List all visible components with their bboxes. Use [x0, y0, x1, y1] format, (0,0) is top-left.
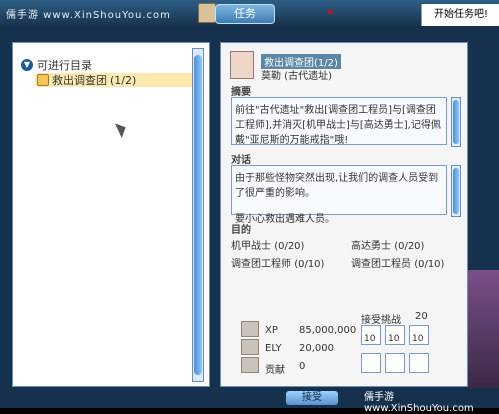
target-row: 高达勇士 (0/20) — [351, 241, 425, 252]
quest-list-scroll-thumb[interactable] — [194, 55, 202, 375]
dialog-label: 对话 — [231, 155, 251, 166]
empty-item-slot[interactable] — [361, 353, 381, 373]
targets-label: 目的 — [231, 225, 251, 236]
reward-item-slot[interactable]: 10 — [385, 325, 405, 345]
watermark-bottom: 儒手游 www.XinShouYou.com — [364, 392, 474, 414]
summary-text: 前往"古代遗址"救出[调查团工程员]与[调查团工程师],并消灭[机甲战士]与[高… — [231, 97, 447, 146]
challenge-label: 接受挑战 — [361, 315, 401, 326]
dialog-text: 由于那些怪物突然出现,让我们的调查人员受到了很严重的影响。 要小心救出遇难人员。 — [231, 165, 447, 225]
tree-root-label: 可进行目录 — [37, 59, 92, 72]
quest-item-label: 救出调查团 — [52, 74, 107, 87]
challenge-value: 20 — [415, 311, 428, 322]
quest-detail-panel: 救出调查团(1/2) 莫勒 (古代遗址) 摘要 前往"古代遗址"救出[调查团工程… — [220, 42, 468, 387]
accept-button[interactable]: 接受 — [286, 391, 338, 405]
quest-list-item[interactable]: 救出调查团 (1/2) — [35, 73, 197, 87]
tree-root[interactable]: ▼ 可进行目录 — [21, 57, 92, 73]
ely-value: 20,000 — [299, 343, 334, 354]
summary-scrollbar[interactable] — [451, 97, 461, 147]
target-row: 调查团工程师 (0/10) — [231, 259, 325, 270]
collapse-icon[interactable]: ▼ — [21, 59, 33, 71]
dialog-section: 对话 由于那些怪物突然出现,让我们的调查人员受到了很严重的影响。 要小心救出遇难… — [231, 151, 461, 225]
close-icon[interactable]: × — [326, 8, 336, 18]
mouse-cursor-icon — [114, 120, 130, 138]
start-quest-button[interactable]: 开始任务吧! — [421, 4, 499, 26]
quest-scroll-icon — [198, 3, 216, 23]
rewards-section: XP 85,000,000 ELY 20,000 贡献 0 接受挑战 20 10… — [227, 311, 461, 383]
reward-item-slot[interactable]: 10 — [409, 325, 429, 345]
summary-label: 摘要 — [231, 87, 251, 98]
window-title: 任务 — [215, 4, 275, 24]
watermark-top: 儒手游 www.XinShouYou.com — [6, 10, 171, 21]
targets-section: 目的 机甲战士 (0/20) 高达勇士 (0/20) 调查团工程师 (0/10)… — [231, 221, 459, 270]
npc-name: 莫勒 (古代遗址) — [261, 71, 332, 82]
npc-portrait — [230, 51, 254, 79]
quest-list-panel: ▼ 可进行目录 救出调查团 (1/2) — [12, 42, 210, 387]
target-row: 机甲战士 (0/20) — [231, 241, 305, 252]
dialog-scrollbar[interactable] — [451, 165, 461, 217]
target-row: 调查团工程员 (0/10) — [351, 259, 445, 270]
quest-item-progress: (1/2) — [110, 73, 137, 87]
empty-item-slot[interactable] — [409, 353, 429, 373]
xp-label: XP — [265, 325, 278, 336]
empty-item-slot[interactable] — [385, 353, 405, 373]
character-art — [468, 270, 499, 388]
xp-value: 85,000,000 — [299, 325, 357, 336]
reward-icons — [241, 321, 259, 377]
summary-section: 摘要 前往"古代遗址"救出[调查团工程员]与[调查团工程师],并消灭[机甲战士]… — [231, 83, 461, 147]
quest-item-icon — [37, 74, 49, 86]
contribution-value: 0 — [299, 361, 306, 372]
quest-list-scrollbar[interactable] — [192, 48, 204, 382]
top-bar: 儒手游 www.XinShouYou.com 任务 × 开始任务吧! — [0, 0, 499, 26]
reward-item-slot[interactable]: 10 — [361, 325, 381, 345]
contribution-label: 贡献 — [265, 365, 285, 376]
ely-label: ELY — [265, 343, 282, 354]
